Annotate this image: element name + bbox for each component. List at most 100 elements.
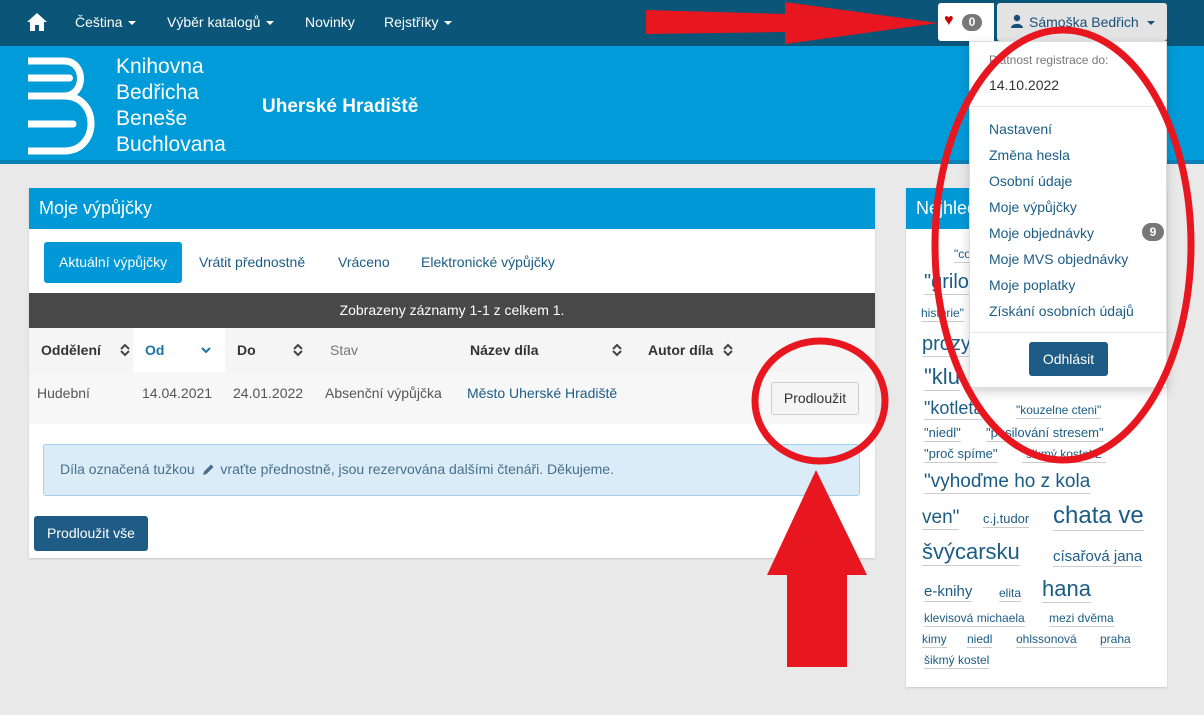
tag-link[interactable]: "vyhoďme ho z kola (924, 472, 1091, 494)
tag-link[interactable]: "proč spíme" (924, 447, 998, 463)
orders-count-badge: 9 (1142, 223, 1164, 241)
user-icon (1011, 14, 1023, 28)
user-name: Sámoška Bedřich (1029, 14, 1139, 30)
column-header-from[interactable]: Od (145, 328, 217, 372)
chevron-down-icon (128, 21, 137, 26)
catalog-menu[interactable]: Výběr katalogů (167, 14, 275, 30)
home-icon[interactable] (26, 11, 48, 33)
tag-link[interactable]: švýcarsku (922, 541, 1020, 566)
sort-icon (293, 343, 303, 357)
favorites-button[interactable]: ♥ 0 (938, 3, 994, 41)
tag-link[interactable]: "niedl" (924, 426, 961, 442)
column-header-label: Od (145, 342, 165, 358)
library-name-line: Beneše (116, 107, 188, 130)
tag-link[interactable]: praha (1100, 633, 1131, 648)
notice-text-part: Díla označená tužkou (60, 461, 195, 477)
tag-link[interactable]: císařová jana (1053, 549, 1143, 567)
library-city: Uherské Hradiště (262, 96, 419, 117)
menu-item-my-orders[interactable]: Moje objednávky (989, 225, 1094, 241)
tag-link[interactable]: "klu (924, 366, 960, 391)
menu-item-my-fees[interactable]: Moje poplatky (989, 277, 1075, 293)
column-header-label: Oddělení (41, 342, 101, 358)
menu-item-change-password[interactable]: Změna hesla (989, 147, 1070, 163)
tag-link[interactable]: chata ve (1053, 504, 1144, 531)
popular-searches-title: Nejhled (916, 198, 978, 218)
tab-returned[interactable]: Vráceno (338, 242, 390, 283)
page-title: Moje výpůjčky (39, 198, 153, 218)
sort-icon (612, 343, 622, 357)
language-menu[interactable]: Čeština (75, 14, 137, 30)
catalog-menu-label: Výběr katalogů (167, 14, 261, 30)
tab-return-priority[interactable]: Vrátit přednostně (199, 242, 305, 283)
tag-link[interactable]: "grilo (924, 272, 969, 295)
renew-all-button[interactable]: Prodloužit vše (34, 516, 148, 551)
cell-status: Absenční výpůjčka (325, 385, 442, 401)
column-header-author[interactable]: Autor díla (648, 328, 748, 372)
tag-link[interactable]: ohlssonová (1016, 633, 1077, 648)
chevron-down-icon (266, 21, 275, 26)
tag-link[interactable]: "šikmý kostel 2" (1022, 448, 1106, 463)
heart-icon: ♥ (944, 12, 954, 29)
indexes-menu[interactable]: Rejstříky (384, 14, 453, 30)
tag-link[interactable]: "posilování stresem" (986, 426, 1104, 442)
tab-current-loans[interactable]: Aktuální výpůjčky (44, 242, 183, 283)
indexes-menu-label: Rejstříky (384, 14, 439, 30)
library-logo-icon[interactable] (26, 56, 104, 156)
tag-link[interactable]: mezi dvěma (1049, 612, 1114, 627)
renew-button[interactable]: Prodloužit (771, 382, 859, 415)
notice-text-part: vraťte přednostně, jsou rezervována dalš… (220, 461, 614, 477)
info-notice: Díla označená tužkou vraťte přednostně, … (43, 444, 860, 496)
logout-button[interactable]: Odhlásit (1029, 342, 1108, 376)
chevron-down-icon (1147, 21, 1155, 25)
sort-desc-icon (201, 347, 211, 354)
menu-item-settings[interactable]: Nastavení (989, 121, 1052, 137)
menu-item-personal-data[interactable]: Osobní údaje (989, 173, 1072, 189)
menu-item-my-loans[interactable]: Moje výpůjčky (989, 199, 1077, 215)
library-name-line: Buchlovana (116, 133, 226, 156)
tag-link[interactable]: kimy (922, 633, 947, 648)
tag-link[interactable]: elita (999, 587, 1022, 602)
sort-icon (120, 343, 130, 357)
menu-item-ill-orders[interactable]: Moje MVS objednávky (989, 251, 1128, 267)
tab-electronic-loans[interactable]: Elektronické výpůjčky (421, 242, 555, 283)
tag-link[interactable]: ven" (922, 508, 960, 530)
library-name-line: Bedřicha (116, 81, 199, 104)
cell-to: 24.01.2022 (233, 385, 304, 401)
menu-divider (970, 106, 1166, 107)
tag-link[interactable]: "kouzelne cteni" (1016, 404, 1102, 419)
favorites-count-badge: 0 (962, 14, 982, 31)
notice-text: Díla označená tužkou vraťte přednostně, … (60, 461, 614, 477)
tag-link[interactable]: historie" (921, 307, 964, 322)
tag-link[interactable]: šikmý kostel (924, 654, 990, 669)
column-header-department[interactable]: Oddělení (41, 328, 133, 372)
tag-link[interactable]: c.j.tudor (983, 512, 1030, 528)
cell-from: 14.04.2021 (142, 385, 213, 401)
tag-link[interactable]: klevisová michaela (924, 612, 1025, 627)
chevron-down-icon (444, 21, 453, 26)
cell-department: Hudební (37, 385, 90, 401)
column-header-to[interactable]: Do (237, 328, 309, 372)
menu-divider (970, 332, 1166, 333)
records-summary: Zobrazeny záznamy 1-1 z celkem 1. (29, 293, 875, 328)
news-link[interactable]: Novinky (305, 14, 355, 30)
tag-link[interactable]: e-knihy (924, 584, 973, 602)
library-name: Knihovna Bedřicha Beneše Buchlovana (116, 54, 226, 158)
sort-icon (723, 343, 733, 357)
menu-item-data-request[interactable]: Získání osobních údajů (989, 303, 1134, 319)
user-dropdown-menu: Platnost registrace do: 14.10.2022 Nasta… (969, 41, 1167, 388)
column-header-label: Autor díla (648, 342, 714, 358)
tag-link[interactable]: "kotleta (924, 399, 984, 420)
registration-validity-label: Platnost registrace do: (989, 53, 1109, 67)
tag-link[interactable]: hana (1042, 578, 1091, 603)
column-header-title[interactable]: Název díla (470, 328, 626, 372)
library-name-line: Knihovna (116, 55, 204, 78)
column-header-label: Název díla (470, 342, 539, 358)
cell-title-link[interactable]: Město Uherské Hradiště (467, 385, 617, 401)
user-menu-button[interactable]: Sámoška Bedřich (997, 3, 1167, 41)
tag-link[interactable]: prozy (922, 334, 971, 357)
language-menu-label: Čeština (75, 14, 123, 30)
top-navigation: Čeština Výběr katalogů Novinky Rejstříky… (0, 0, 1204, 46)
registration-date: 14.10.2022 (989, 77, 1060, 93)
loans-panel-header: Moje výpůjčky (29, 188, 875, 229)
tag-link[interactable]: niedl (967, 633, 993, 648)
